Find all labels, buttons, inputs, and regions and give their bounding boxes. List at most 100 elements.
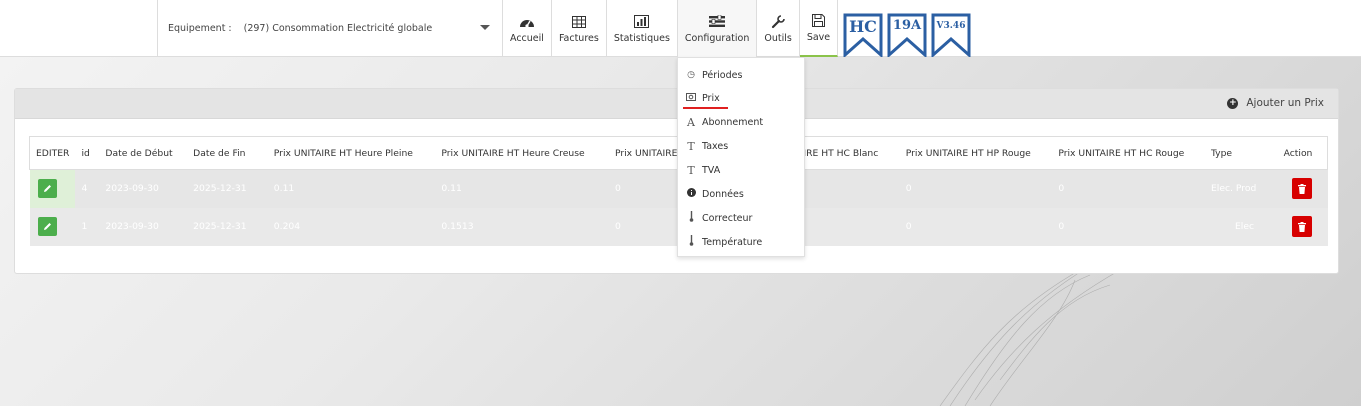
cell-hc-rouge: 0 bbox=[1052, 169, 1205, 208]
menu-item-label: Prix bbox=[702, 92, 720, 104]
font-icon: A bbox=[687, 115, 695, 129]
add-price-button[interactable]: + Ajouter un Prix bbox=[1227, 97, 1324, 109]
main-nav: Accueil Factures Statistiques Configurat… bbox=[503, 0, 839, 64]
menu-item-tva[interactable]: T TVA bbox=[686, 161, 720, 179]
money-icon bbox=[686, 92, 696, 104]
cell-hp-rouge: 0 bbox=[899, 207, 1053, 246]
cell-id: 1 bbox=[75, 207, 100, 246]
menu-item-label: Périodes bbox=[702, 69, 743, 81]
col-id: id bbox=[75, 136, 100, 170]
add-price-label: Ajouter un Prix bbox=[1246, 97, 1324, 109]
cell-hc-blanc bbox=[791, 207, 900, 246]
nav-configuration[interactable]: Configuration bbox=[677, 0, 758, 64]
badge-label: V3.46 bbox=[936, 21, 966, 31]
top-bar: Equipement : (297) Consommation Electric… bbox=[0, 0, 1361, 64]
nav-label: Accueil bbox=[510, 32, 544, 44]
menu-item-periodes[interactable]: ◷ Périodes bbox=[686, 66, 742, 84]
nav-label: Factures bbox=[558, 32, 599, 44]
cell-p1: 0 bbox=[608, 169, 684, 208]
menu-item-temperature[interactable]: Température bbox=[686, 233, 762, 251]
trash-icon bbox=[1297, 221, 1306, 232]
cell-hc-blanc bbox=[791, 169, 900, 208]
nav-statistiques[interactable]: Statistiques bbox=[607, 0, 678, 57]
edit-button[interactable] bbox=[37, 217, 57, 236]
bar-chart-icon bbox=[634, 14, 650, 30]
thermometer-icon bbox=[686, 235, 696, 249]
table-icon bbox=[571, 14, 587, 30]
badge-version: V3.46 bbox=[931, 13, 971, 57]
info-icon bbox=[686, 188, 696, 200]
text-size-icon: T bbox=[687, 163, 695, 177]
dashboard-icon bbox=[519, 14, 535, 30]
action-cell bbox=[1277, 169, 1328, 208]
menu-item-label: TVA bbox=[702, 164, 721, 176]
col-hc-rouge: Prix UNITAIRE HT HC Rouge bbox=[1052, 136, 1205, 170]
cell-type: Elec bbox=[1204, 207, 1278, 246]
delete-button[interactable] bbox=[1291, 178, 1312, 200]
menu-item-label: Taxes bbox=[702, 140, 729, 152]
menu-item-taxes[interactable]: T Taxes bbox=[686, 137, 728, 155]
nav-label: Configuration bbox=[684, 32, 750, 44]
wrench-icon bbox=[770, 14, 786, 30]
version-badges: HC 19A V3.46 bbox=[843, 13, 971, 57]
floppy-icon bbox=[810, 13, 826, 29]
nav-label: Statistiques bbox=[613, 32, 670, 44]
col-editer: EDITER bbox=[29, 136, 76, 170]
menu-item-abonnement[interactable]: A Abonnement bbox=[686, 113, 763, 131]
cell-hc-rouge: 0 bbox=[1052, 207, 1205, 246]
badge-hc: HC bbox=[843, 13, 883, 57]
menu-item-label: Abonnement bbox=[702, 116, 764, 128]
plus-circle-icon: + bbox=[1227, 97, 1239, 109]
clock-icon: ◷ bbox=[687, 70, 695, 80]
pencil-icon bbox=[43, 185, 51, 193]
edit-button[interactable] bbox=[37, 179, 57, 199]
edit-cell bbox=[29, 169, 76, 208]
col-hp-rouge: Prix UNITAIRE HT HP Rouge bbox=[899, 136, 1053, 170]
col-type: Type bbox=[1204, 136, 1278, 170]
thermometer-icon bbox=[686, 211, 696, 225]
configuration-dropdown: ◷ Périodes Prix A Abonnement T Taxes T T… bbox=[677, 57, 805, 257]
action-cell bbox=[1277, 207, 1328, 246]
col-prix-hp: Prix UNITAIRE HT Heure Pleine bbox=[267, 136, 436, 170]
equipment-label: Equipement : bbox=[168, 23, 232, 34]
col-action: Action bbox=[1277, 136, 1328, 170]
pencil-icon bbox=[43, 223, 51, 230]
cell-start: 2023-09-30 bbox=[99, 169, 188, 208]
menu-item-label: Données bbox=[702, 188, 744, 200]
cell-hp-rouge: 0 bbox=[899, 169, 1053, 208]
nav-accueil[interactable]: Accueil bbox=[503, 0, 552, 57]
edit-cell bbox=[29, 207, 76, 246]
delete-button[interactable] bbox=[1291, 216, 1312, 237]
chevron-down-icon bbox=[480, 25, 490, 30]
cell-type: Elec. Prod bbox=[1204, 169, 1278, 208]
col-prix-unitaire: Prix UNITAIRE bbox=[608, 136, 684, 170]
cell-hc: 0.11 bbox=[435, 169, 609, 208]
sliders-icon bbox=[709, 14, 726, 30]
cell-hp: 0.204 bbox=[267, 207, 436, 246]
cell-id: 4 bbox=[75, 169, 100, 208]
nav-outils[interactable]: Outils bbox=[757, 0, 800, 57]
nav-save[interactable]: Save bbox=[799, 0, 839, 57]
menu-item-prix[interactable]: Prix bbox=[683, 89, 728, 109]
cell-hp: 0.11 bbox=[267, 169, 436, 208]
cell-p1: 0 bbox=[608, 207, 684, 246]
menu-item-label: Correcteur bbox=[702, 212, 753, 224]
badge-label: HC bbox=[849, 17, 877, 36]
menu-item-correcteur[interactable]: Correcteur bbox=[686, 209, 752, 227]
menu-item-donnees[interactable]: Données bbox=[686, 185, 744, 203]
col-prix-hc: Prix UNITAIRE HT Heure Creuse bbox=[435, 136, 609, 170]
equipment-selector[interactable]: Equipement : (297) Consommation Electric… bbox=[157, 0, 503, 57]
text-height-icon: T bbox=[687, 139, 695, 153]
nav-label: Save bbox=[806, 31, 831, 43]
trash-icon bbox=[1297, 183, 1306, 194]
cell-end: 2025-12-31 bbox=[187, 169, 268, 208]
cell-start: 2023-09-30 bbox=[99, 207, 188, 246]
badge-19a: 19A bbox=[887, 13, 927, 57]
col-date-debut: Date de Début bbox=[99, 136, 188, 170]
cell-end: 2025-12-31 bbox=[187, 207, 268, 246]
badge-label: 19A bbox=[892, 18, 922, 33]
nav-factures[interactable]: Factures bbox=[552, 0, 607, 57]
menu-item-label: Température bbox=[702, 236, 763, 248]
col-date-fin: Date de Fin bbox=[187, 136, 268, 170]
equipment-value: (297) Consommation Electricité globale bbox=[243, 23, 433, 34]
